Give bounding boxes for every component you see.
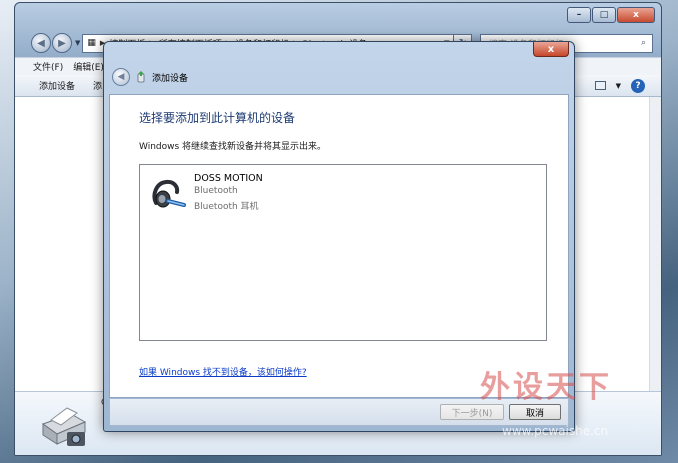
- watermark-logo: 外设天下: [480, 370, 612, 405]
- device-item[interactable]: DOSS MOTION Bluetooth Bluetooth 耳机: [150, 171, 290, 213]
- help-icon[interactable]: ?: [631, 78, 645, 93]
- next-button[interactable]: 下一步(N): [440, 404, 504, 420]
- maximize-button[interactable]: □: [592, 7, 616, 23]
- printer-icon: [41, 407, 87, 446]
- menu-edit[interactable]: 编辑(E): [73, 60, 104, 73]
- back-arrow-icon[interactable]: ◀: [31, 33, 51, 53]
- change-view-icon[interactable]: [594, 81, 606, 90]
- dialog-close-button[interactable]: x: [533, 42, 569, 57]
- dialog-title: 添加设备: [152, 73, 189, 84]
- add-device-icon: [137, 71, 145, 83]
- cancel-button[interactable]: 取消: [509, 404, 561, 420]
- device-name: DOSS MOTION: [194, 173, 263, 184]
- back-arrow-icon[interactable]: ◀: [112, 68, 130, 86]
- add-printer-button[interactable]: 添: [93, 79, 102, 92]
- dialog-heading: 选择要添加到此计算机的设备: [139, 111, 296, 125]
- minimize-button[interactable]: –: [567, 7, 591, 23]
- bluetooth-headset-icon: [152, 179, 186, 208]
- recent-pages-dropdown-icon[interactable]: ▼: [75, 39, 80, 47]
- toolbar-right-controls: ▼ ?: [594, 78, 661, 93]
- close-button[interactable]: x: [617, 7, 655, 23]
- add-device-button[interactable]: 添加设备: [39, 79, 75, 92]
- view-dropdown-icon[interactable]: ▼: [616, 82, 621, 90]
- menu-file[interactable]: 文件(F): [33, 60, 63, 73]
- dialog-subtext: Windows 将继续查找新设备并将其显示出来。: [139, 142, 327, 152]
- device-category: Bluetooth 耳机: [194, 202, 259, 212]
- watermark-url: www.pcwaishe.cn: [502, 424, 609, 438]
- window-caption-buttons: – □ x: [567, 7, 655, 23]
- search-icon[interactable]: ⌕: [641, 38, 646, 48]
- forward-arrow-icon[interactable]: ▶: [52, 33, 72, 53]
- control-panel-folder-icon: ▦: [87, 38, 96, 48]
- help-link[interactable]: 如果 Windows 找不到设备，该如何操作?: [139, 365, 307, 378]
- device-list: DOSS MOTION Bluetooth Bluetooth 耳机: [139, 164, 547, 341]
- dialog-body: 选择要添加到此计算机的设备 Windows 将继续查找新设备并将其显示出来。 D…: [109, 94, 569, 398]
- device-type: Bluetooth: [194, 186, 238, 196]
- dialog-titlebar: ◀ 添加设备: [112, 66, 188, 88]
